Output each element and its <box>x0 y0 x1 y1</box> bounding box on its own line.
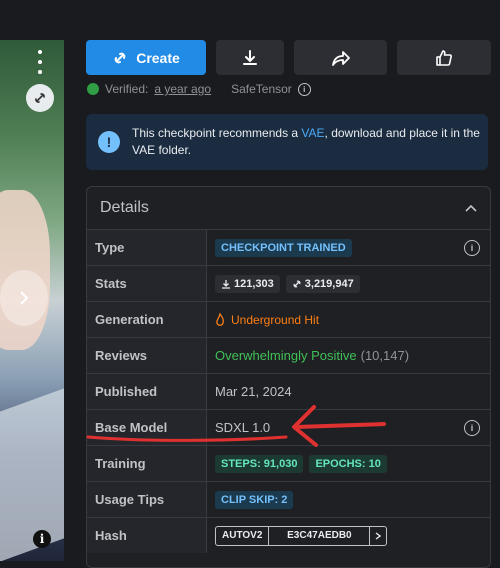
downloads-count: 121,303 <box>234 277 274 290</box>
vae-alert: ! This checkpoint recommends a VAE, down… <box>86 114 488 170</box>
base-model-info-icon[interactable]: i <box>464 419 480 436</box>
details-title: Details <box>100 199 149 216</box>
row-value: AUTOV2 E3C47AEDB0 <box>207 518 490 553</box>
row-label: Base Model <box>87 410 207 445</box>
generations-count: 3,219,947 <box>304 277 354 290</box>
details-row-type: Type CHECKPOINT TRAINED i <box>87 230 490 266</box>
steps-badge: STEPS: 91,030 <box>215 454 304 473</box>
hash-algo[interactable]: AUTOV2 <box>216 526 270 545</box>
hash-box[interactable]: AUTOV2 E3C47AEDB0 <box>215 525 388 546</box>
details-row-published: Published Mar 21, 2024 <box>87 374 490 410</box>
row-label: Stats <box>87 266 207 301</box>
next-image-button[interactable] <box>0 270 48 326</box>
row-value: Underground Hit <box>207 302 490 337</box>
details-row-base-model: Base Model SDXL 1.0 i <box>87 410 490 446</box>
row-value: STEPS: 91,030 EPOCHS: 10 <box>207 446 490 481</box>
flame-icon <box>216 312 224 326</box>
row-value: 121,303 3,219,947 <box>207 266 490 301</box>
published-date: Mar 21, 2024 <box>215 384 292 399</box>
details-header[interactable]: Details <box>87 187 490 230</box>
row-label: Type <box>87 230 207 265</box>
action-toolbar: Create <box>86 40 491 75</box>
row-label: Training <box>87 446 207 481</box>
thumbs-up-icon <box>436 49 452 66</box>
format-info-icon[interactable]: i <box>297 82 311 96</box>
file-format: SafeTensor <box>231 82 292 96</box>
row-label: Hash <box>87 518 207 553</box>
alert-icon: ! <box>98 131 120 153</box>
verified-label: Verified: <box>105 82 149 96</box>
row-label: Generation <box>87 302 207 337</box>
generations-stat: 3,219,947 <box>285 274 360 293</box>
remix-icon[interactable] <box>26 84 54 112</box>
row-value: SDXL 1.0 i <box>207 410 490 445</box>
base-model-value: SDXL 1.0 <box>215 420 271 435</box>
row-value: CLIP SKIP: 2 <box>207 482 490 517</box>
row-value: CHECKPOINT TRAINED i <box>207 230 490 265</box>
link-icon <box>114 52 126 63</box>
details-panel: Details Type CHECKPOINT TRAINED i Stats … <box>86 186 491 568</box>
create-label: Create <box>136 49 180 66</box>
reviews-count: (10,147) <box>360 348 410 363</box>
details-row-generation: Generation Underground Hit <box>87 302 490 338</box>
row-value: Mar 21, 2024 <box>207 374 490 409</box>
image-detail <box>0 388 64 561</box>
image-info-icon[interactable]: i <box>33 530 51 548</box>
vae-link[interactable]: VAE <box>301 126 324 140</box>
type-info-icon[interactable]: i <box>464 239 480 256</box>
like-button[interactable] <box>397 40 491 75</box>
reviews-rating[interactable]: Overwhelmingly Positive <box>215 348 357 363</box>
downloads-stat: 121,303 <box>215 274 280 293</box>
row-label: Reviews <box>87 338 207 373</box>
share-icon <box>331 50 350 66</box>
more-options-icon[interactable] <box>30 50 50 74</box>
download-icon <box>243 49 257 65</box>
create-button[interactable]: Create <box>86 40 206 75</box>
hash-value[interactable]: E3C47AEDB0 <box>269 526 371 545</box>
share-button[interactable] <box>294 40 387 75</box>
download-icon <box>222 279 230 289</box>
details-row-training: Training STEPS: 91,030 EPOCHS: 10 <box>87 446 490 482</box>
type-badge: CHECKPOINT TRAINED <box>215 238 352 257</box>
epochs-badge: EPOCHS: 10 <box>309 454 387 473</box>
row-value: Overwhelmingly Positive (10,147) <box>207 338 490 373</box>
clip-skip-badge: CLIP SKIP: 2 <box>215 490 294 509</box>
chevron-up-icon[interactable] <box>465 204 477 212</box>
details-row-stats: Stats 121,303 3,219,947 <box>87 266 490 302</box>
chevron-right-icon[interactable] <box>370 527 386 545</box>
row-label: Published <box>87 374 207 409</box>
generation-value: Underground Hit <box>231 312 320 327</box>
download-button[interactable] <box>216 40 284 75</box>
details-row-hash: Hash AUTOV2 E3C47AEDB0 <box>87 518 490 553</box>
verified-icon <box>87 83 99 95</box>
details-row-usage-tips: Usage Tips CLIP SKIP: 2 <box>87 482 490 518</box>
model-meta: Verified: a year ago SafeTensor i <box>87 82 311 96</box>
row-label: Usage Tips <box>87 482 207 517</box>
alert-text: This checkpoint recommends a VAE, downlo… <box>132 125 482 159</box>
details-row-reviews: Reviews Overwhelmingly Positive (10,147) <box>87 338 490 374</box>
alert-text-before: This checkpoint recommends a <box>132 126 302 140</box>
verified-time-link[interactable]: a year ago <box>154 82 211 96</box>
link-icon <box>293 280 301 287</box>
